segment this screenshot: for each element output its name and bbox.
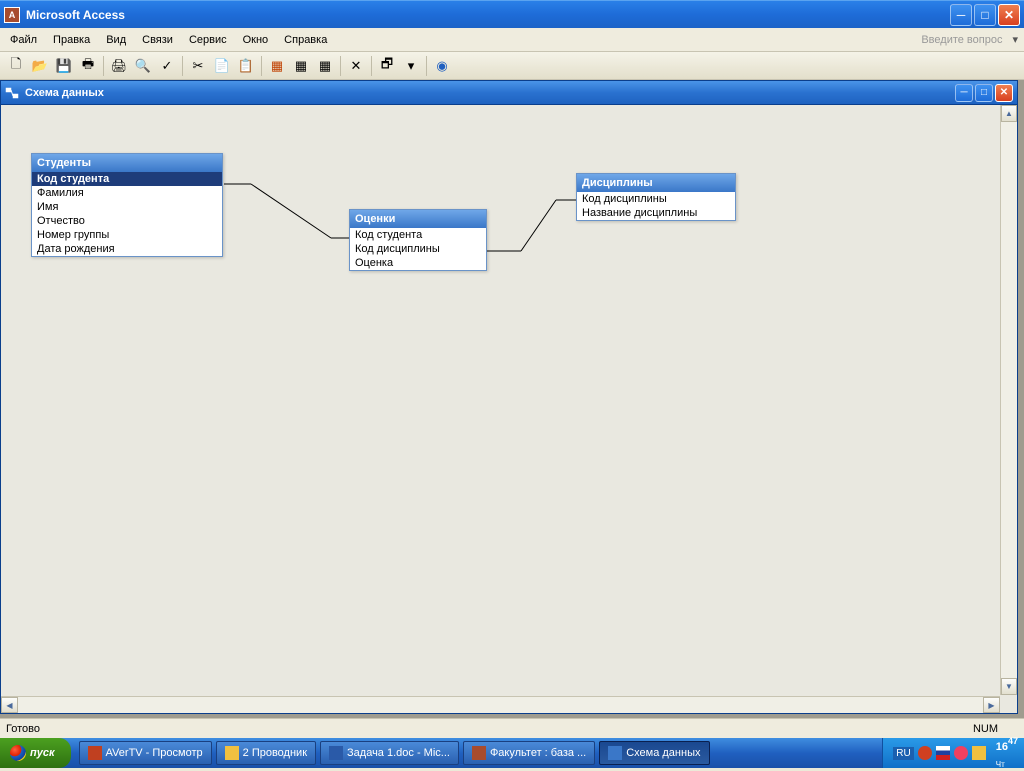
save-icon[interactable]: 💾 xyxy=(53,55,75,77)
paste-icon[interactable]: 📋 xyxy=(235,55,257,77)
tray-icon-3[interactable] xyxy=(954,746,968,760)
help-search-input[interactable]: Введите вопрос xyxy=(921,34,1008,46)
status-ready: Готово xyxy=(6,723,953,735)
field-grade-subject-code[interactable]: Код дисциплины xyxy=(350,242,486,256)
scroll-down-icon[interactable]: ▼ xyxy=(1001,678,1017,695)
new-icon[interactable]: 🗋 xyxy=(5,55,27,77)
task-label: AVerTV - Просмотр xyxy=(106,747,203,759)
minimize-button[interactable]: ─ xyxy=(950,4,972,26)
scroll-up-icon[interactable]: ▲ xyxy=(1001,105,1017,122)
field-subject-name[interactable]: Название дисциплины xyxy=(577,206,735,220)
task-schema[interactable]: Схема данных xyxy=(599,741,709,765)
task-label: Задача 1.doc - Mic... xyxy=(347,747,450,759)
menu-view[interactable]: Вид xyxy=(98,31,134,49)
statusbar: Готово NUM xyxy=(0,718,1024,738)
status-num: NUM xyxy=(953,723,1018,735)
tv-icon xyxy=(88,746,102,760)
menu-help[interactable]: Справка xyxy=(276,31,335,49)
task-explorer[interactable]: 2 Проводник xyxy=(216,741,316,765)
task-access-db[interactable]: Факультет : база ... xyxy=(463,741,595,765)
task-avertv[interactable]: AVerTV - Просмотр xyxy=(79,741,212,765)
maximize-button[interactable]: □ xyxy=(974,4,996,26)
folder-icon xyxy=(225,746,239,760)
app-icon: A xyxy=(4,7,20,23)
horizontal-scrollbar[interactable]: ◀ ▶ xyxy=(1,696,1000,713)
copy-icon[interactable]: 📄 xyxy=(211,55,233,77)
menu-relationships[interactable]: Связи xyxy=(134,31,181,49)
help-icon[interactable]: ◉ xyxy=(431,55,453,77)
windows-logo-icon xyxy=(10,745,26,761)
field-name[interactable]: Имя xyxy=(32,200,222,214)
cut-icon[interactable]: ✂ xyxy=(187,55,209,77)
menu-edit[interactable]: Правка xyxy=(45,31,98,49)
word-icon xyxy=(329,746,343,760)
app-titlebar: A Microsoft Access ─ □ ✕ xyxy=(0,0,1024,28)
window-icon[interactable]: 🗗 xyxy=(376,55,398,77)
table-subjects-header[interactable]: Дисциплины xyxy=(577,174,735,192)
tray-icon-2[interactable] xyxy=(936,746,950,760)
scroll-right-icon[interactable]: ▶ xyxy=(983,697,1000,713)
menu-tools[interactable]: Сервис xyxy=(181,31,235,49)
schema-close-button[interactable]: ✕ xyxy=(995,84,1013,102)
field-group[interactable]: Номер группы xyxy=(32,228,222,242)
table-grades-header[interactable]: Оценки xyxy=(350,210,486,228)
schema-canvas[interactable]: Студенты Код студента Фамилия Имя Отчест… xyxy=(1,105,1017,713)
help-dropdown-icon[interactable]: ▾ xyxy=(1008,33,1022,46)
preview-icon[interactable]: 🔍 xyxy=(132,55,154,77)
field-student-code[interactable]: Код студента xyxy=(32,172,222,186)
schema-titlebar[interactable]: Схема данных ─ □ ✕ xyxy=(1,81,1017,105)
relationships-icon xyxy=(5,86,19,100)
show-direct-icon[interactable]: ▦ xyxy=(290,55,312,77)
field-grade-student-code[interactable]: Код студента xyxy=(350,228,486,242)
taskbar: пуск AVerTV - Просмотр 2 Проводник Задач… xyxy=(0,738,1024,768)
table-students[interactable]: Студенты Код студента Фамилия Имя Отчест… xyxy=(31,153,223,257)
schema-title: Схема данных xyxy=(25,87,955,99)
scroll-left-icon[interactable]: ◀ xyxy=(1,697,18,713)
app-title: Microsoft Access xyxy=(26,8,950,22)
task-label: Факультет : база ... xyxy=(490,747,586,759)
schema-window: Схема данных ─ □ ✕ Студенты Код студента xyxy=(0,80,1018,714)
open-icon[interactable]: 📂 xyxy=(29,55,51,77)
vertical-scrollbar[interactable]: ▲ ▼ xyxy=(1000,105,1017,695)
task-word[interactable]: Задача 1.doc - Mic... xyxy=(320,741,459,765)
table-subjects[interactable]: Дисциплины Код дисциплины Название дисци… xyxy=(576,173,736,221)
schema-icon xyxy=(608,746,622,760)
mdi-area: Схема данных ─ □ ✕ Студенты Код студента xyxy=(0,80,1024,718)
volume-icon[interactable] xyxy=(972,746,986,760)
spell-icon[interactable]: ✓ xyxy=(156,55,178,77)
scroll-corner xyxy=(1000,696,1017,713)
saveas-icon[interactable]: 🖶 xyxy=(77,55,99,77)
system-tray: RU 1647Чт xyxy=(882,738,1024,768)
delete-icon[interactable]: ✕ xyxy=(345,55,367,77)
access-icon xyxy=(472,746,486,760)
field-patronymic[interactable]: Отчество xyxy=(32,214,222,228)
field-birthdate[interactable]: Дата рождения xyxy=(32,242,222,256)
print-icon[interactable]: 🖨 xyxy=(108,55,130,77)
show-all-icon[interactable]: ▦ xyxy=(314,55,336,77)
menu-file[interactable]: Файл xyxy=(2,31,45,49)
start-button[interactable]: пуск xyxy=(0,738,71,768)
start-label: пуск xyxy=(30,747,55,759)
field-subject-code[interactable]: Код дисциплины xyxy=(577,192,735,206)
field-surname[interactable]: Фамилия xyxy=(32,186,222,200)
show-table-icon[interactable]: ▦ xyxy=(266,55,288,77)
table-grades[interactable]: Оценки Код студента Код дисциплины Оценк… xyxy=(349,209,487,271)
schema-maximize-button[interactable]: □ xyxy=(975,84,993,102)
field-grade-value[interactable]: Оценка xyxy=(350,256,486,270)
toolbar: 🗋 📂 💾 🖶 🖨 🔍 ✓ ✂ 📄 📋 ▦ ▦ ▦ ✕ 🗗 ▾ ◉ xyxy=(0,52,1024,80)
schema-minimize-button[interactable]: ─ xyxy=(955,84,973,102)
clock[interactable]: 1647Чт xyxy=(996,736,1018,771)
table-students-header[interactable]: Студенты xyxy=(32,154,222,172)
menu-window[interactable]: Окно xyxy=(235,31,277,49)
task-label: Схема данных xyxy=(626,747,700,759)
menubar: Файл Правка Вид Связи Сервис Окно Справк… xyxy=(0,28,1024,52)
task-label: 2 Проводник xyxy=(243,747,307,759)
language-indicator[interactable]: RU xyxy=(893,747,913,760)
close-button[interactable]: ✕ xyxy=(998,4,1020,26)
tray-icon-1[interactable] xyxy=(918,746,932,760)
db-icon[interactable]: ▾ xyxy=(400,55,422,77)
